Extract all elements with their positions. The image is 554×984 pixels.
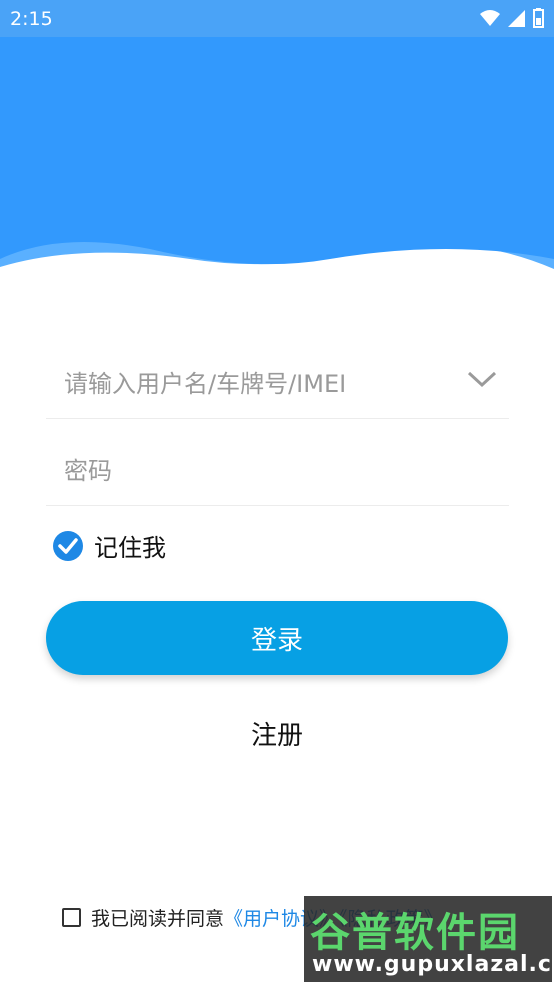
- battery-icon: [533, 8, 544, 28]
- status-icons: [480, 8, 544, 28]
- remember-me[interactable]: 记住我: [52, 528, 166, 563]
- username-input[interactable]: [62, 364, 446, 404]
- wifi-icon: [480, 9, 500, 26]
- agreement-checkbox[interactable]: [62, 908, 81, 927]
- site-watermark: 谷普软件园 www.gupuxlazal.com: [304, 896, 552, 982]
- header-wave-banner: [0, 37, 554, 287]
- signal-icon: [508, 9, 525, 27]
- chevron-down-icon[interactable]: [467, 370, 497, 388]
- status-time: 2:15: [10, 8, 53, 30]
- password-input[interactable]: [62, 451, 446, 491]
- checkbox-checked-icon[interactable]: [52, 530, 84, 562]
- status-bar: 2:15: [0, 0, 554, 37]
- password-row: [46, 435, 509, 506]
- login-button[interactable]: 登录: [46, 601, 508, 675]
- watermark-url: www.gupuxlazal.com: [312, 952, 552, 977]
- register-link[interactable]: 注册: [0, 715, 554, 752]
- watermark-title: 谷普软件园: [310, 910, 520, 956]
- remember-me-label: 记住我: [94, 534, 166, 562]
- username-row: [46, 348, 509, 419]
- agreement-text: 我已阅读并同意: [91, 908, 225, 930]
